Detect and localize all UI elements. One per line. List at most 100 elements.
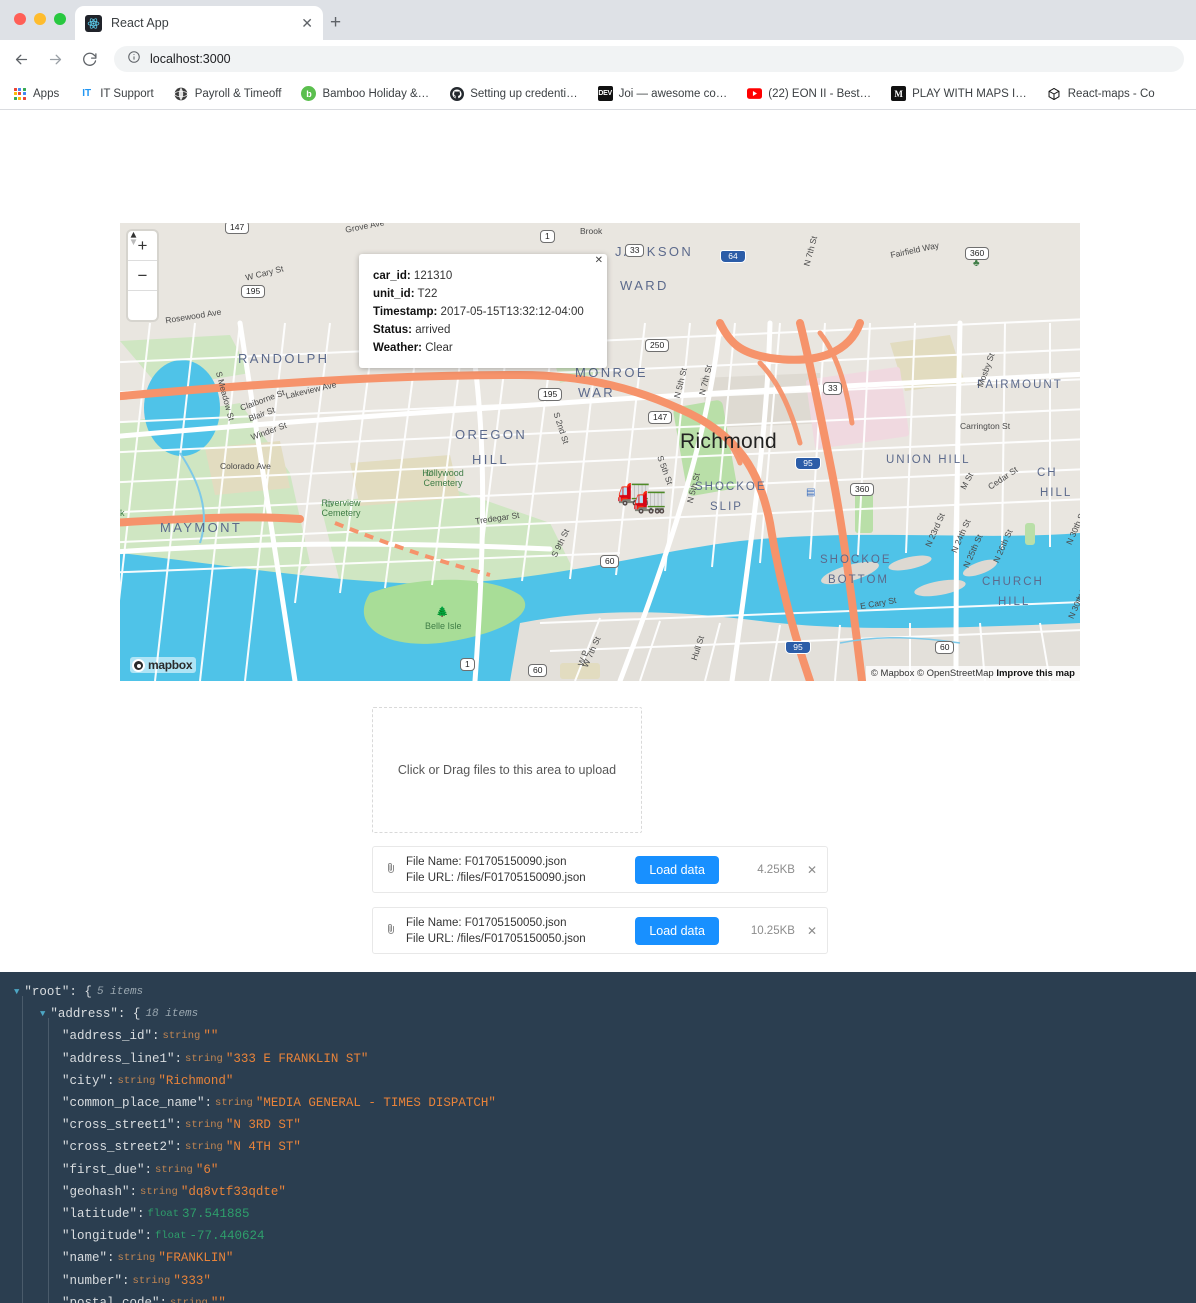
popup-row-timestamp: Timestamp: 2017-05-15T13:32:12-04:00 [373, 303, 593, 321]
close-window-button[interactable] [14, 13, 26, 25]
json-row-common-place-name: "common_place_name" : string "MEDIA GENE… [14, 1092, 1196, 1114]
map-shield-i95: 95 [795, 457, 821, 471]
bookmark-label: (22) EON II - Best… [768, 87, 872, 100]
map-zoom-controls[interactable]: + − [128, 231, 157, 320]
upload-section: Click or Drag files to this area to uplo… [372, 707, 642, 833]
json-separator: : [107, 1251, 115, 1266]
map-attribution: © Mapbox © OpenStreetMap Improve this ma… [865, 666, 1080, 681]
url-text: localhost:3000 [150, 52, 231, 66]
popup-key: car_id: [373, 270, 411, 282]
map-shield-250: 250 [645, 339, 670, 353]
map-shield-60-c: 60 [935, 641, 955, 655]
load-data-button[interactable]: Load data [635, 855, 719, 884]
reload-button[interactable] [80, 50, 98, 68]
bookmark-label: Joi — awesome co… [618, 87, 728, 100]
bookmark-bamboo[interactable]: b Bamboo Holiday &… [301, 86, 429, 101]
json-value: "N 4TH ST" [225, 1140, 301, 1155]
json-separator: : [122, 1273, 130, 1288]
back-button[interactable] [12, 50, 30, 68]
json-tree-viewer[interactable]: ▼ "root" : { 5 items ▼ "address" : { 18 … [0, 972, 1196, 1303]
bookmark-joi-dev[interactable]: DEV Joi — awesome co… [597, 86, 728, 101]
json-row-city: "city" : string "Richmond" [14, 1070, 1196, 1092]
json-row-root[interactable]: ▼ "root" : { 5 items [14, 981, 1196, 1003]
attribution-osm[interactable]: © OpenStreetMap [917, 668, 994, 679]
file-size-label: 4.25KB [757, 863, 795, 876]
bookmark-label: IT Support [100, 87, 154, 100]
bookmark-payroll[interactable]: Payroll & Timeoff [174, 86, 281, 101]
json-separator: : { [69, 985, 92, 999]
json-type: string [140, 1185, 178, 1198]
json-key: "postal_code" [62, 1295, 160, 1303]
json-row-name: "name" : string "FRANKLIN" [14, 1247, 1196, 1269]
remove-file-icon[interactable]: ✕ [807, 924, 817, 938]
truck-marker-2[interactable]: 🚛 [633, 486, 667, 513]
map-canvas[interactable]: + − JACKSON WARD MONROE WAR RANDOLPH ORE… [120, 223, 1080, 681]
file-info: File Name: F01705150090.json File URL: /… [406, 854, 635, 886]
json-separator: : [107, 1073, 115, 1088]
bookmark-react-maps[interactable]: React-maps - Co [1047, 86, 1155, 101]
file-list-item[interactable]: File Name: F01705150050.json File URL: /… [372, 907, 828, 954]
bookmark-label: Bamboo Holiday &… [322, 87, 430, 100]
json-row-geohash: "geohash" : string "dq8vtf33qdte" [14, 1181, 1196, 1203]
json-row-cross-street2: "cross_street2" : string "N 4TH ST" [14, 1136, 1196, 1158]
paperclip-icon [385, 922, 397, 939]
close-tab-icon[interactable]: ✕ [301, 16, 313, 30]
github-icon [449, 86, 464, 101]
maximize-window-button[interactable] [54, 13, 66, 25]
browser-toolbar: localhost:3000 [0, 40, 1196, 78]
expand-caret-icon[interactable]: ▼ [14, 981, 19, 1003]
bookmark-eon-youtube[interactable]: (22) EON II - Best… [747, 86, 871, 101]
json-type: string [155, 1163, 193, 1176]
bookmark-apps[interactable]: Apps [12, 86, 59, 101]
address-bar[interactable]: localhost:3000 [114, 46, 1184, 72]
json-value: "333 E FRANKLIN ST" [225, 1051, 369, 1066]
json-row-address-id: "address_id" : string "" [14, 1025, 1196, 1047]
bookmark-play-with-maps[interactable]: M PLAY WITH MAPS I… [891, 86, 1027, 101]
popup-value: 2017-05-15T13:32:12-04:00 [440, 306, 584, 318]
improve-map-link[interactable]: Improve this map [996, 668, 1075, 679]
json-key: "cross_street2" [62, 1140, 175, 1155]
json-separator: : { [117, 1007, 141, 1022]
map-shield-33-b: 33 [823, 382, 843, 396]
page-body: + − JACKSON WARD MONROE WAR RANDOLPH ORE… [0, 110, 1196, 1303]
json-key: "geohash" [62, 1184, 130, 1199]
tree-guide-line [22, 996, 23, 1303]
compass-icon[interactable] [128, 231, 157, 320]
close-popup-icon[interactable]: ✕ [595, 256, 603, 266]
upload-dropzone[interactable]: Click or Drag files to this area to uplo… [372, 707, 642, 833]
new-tab-button[interactable]: + [330, 13, 341, 32]
json-type: string [185, 1052, 223, 1065]
file-url-label: File URL: /files/F01705150090.json [406, 871, 586, 884]
minimize-window-button[interactable] [34, 13, 46, 25]
json-row-address[interactable]: ▼ "address" : { 18 items [14, 1003, 1196, 1025]
json-value: "" [203, 1029, 219, 1044]
json-row-number: "number" : string "333" [14, 1270, 1196, 1292]
load-data-button[interactable]: Load data [635, 916, 719, 945]
uploaded-file-list: File Name: F01705150090.json File URL: /… [372, 846, 828, 968]
attribution-mapbox[interactable]: © Mapbox [871, 668, 914, 679]
json-separator: : [129, 1184, 138, 1199]
json-row-address-line1: "address_line1" : string "333 E FRANKLIN… [14, 1048, 1196, 1070]
json-type: string [132, 1274, 171, 1287]
json-key: "number" [62, 1273, 123, 1288]
zoom-out-button[interactable]: − [128, 261, 157, 291]
forward-button[interactable] [46, 50, 64, 68]
bookmark-it-support[interactable]: IT IT Support [79, 86, 154, 101]
file-list-item[interactable]: File Name: F01705150090.json File URL: /… [372, 846, 828, 893]
map-shield-147-b: 147 [648, 411, 673, 425]
json-separator: : [174, 1118, 183, 1133]
popup-value: Clear [425, 342, 453, 354]
file-size-label: 10.25KB [750, 924, 795, 937]
browser-tab[interactable]: React App ✕ [75, 6, 323, 40]
json-type: float [155, 1230, 187, 1243]
json-item-count: 5 items [96, 986, 144, 998]
site-info-icon[interactable] [127, 50, 141, 69]
json-value: "333" [173, 1273, 211, 1288]
mapbox-logo[interactable]: mapbox [130, 657, 197, 673]
map-shield-195-b: 195 [538, 388, 563, 402]
json-separator: : [204, 1096, 213, 1111]
json-row-longitude: "longitude" : float -77.440624 [14, 1225, 1196, 1247]
expand-caret-icon[interactable]: ▼ [40, 1003, 45, 1025]
remove-file-icon[interactable]: ✕ [807, 863, 817, 877]
bookmark-credentials[interactable]: Setting up credenti… [449, 86, 578, 101]
